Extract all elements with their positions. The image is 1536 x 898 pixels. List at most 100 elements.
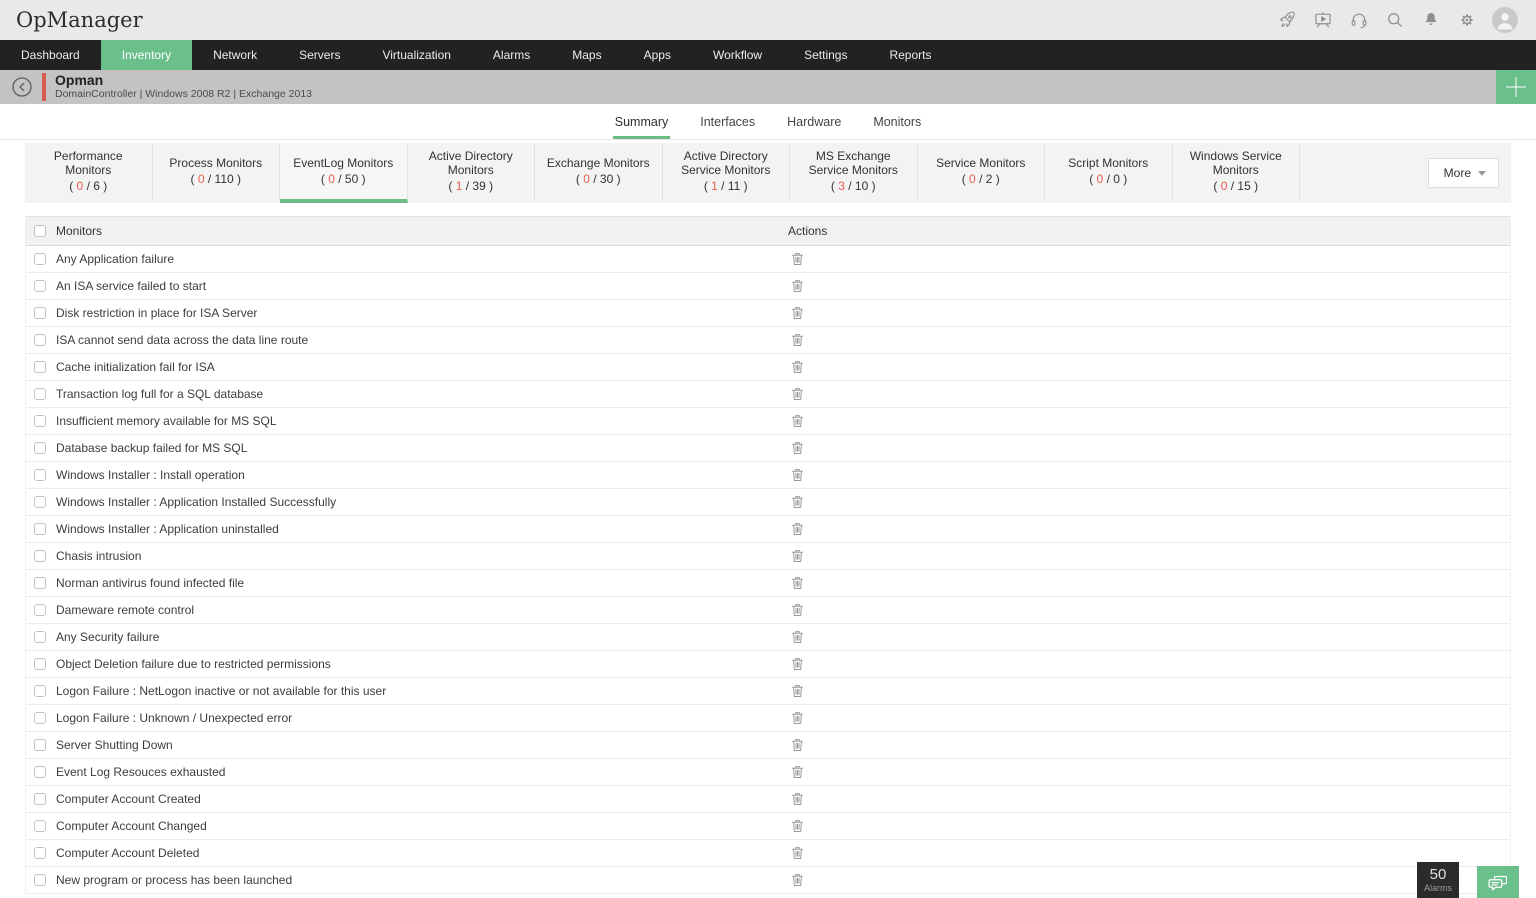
delete-trash-icon[interactable] [791,306,804,320]
delete-trash-icon[interactable] [791,873,804,887]
delete-trash-icon[interactable] [791,441,804,455]
monitor-tab-label: Active Directory Monitors [428,149,513,177]
select-all-checkbox[interactable] [34,225,46,237]
delete-trash-icon[interactable] [791,549,804,563]
search-icon[interactable] [1384,10,1405,31]
delete-trash-icon[interactable] [791,360,804,374]
nav-item[interactable]: Maps [551,40,622,70]
monitor-tab-count: ( 0 / 6 ) [69,179,108,193]
row-checkbox[interactable] [34,874,46,886]
row-checkbox[interactable] [34,469,46,481]
nav-item[interactable]: Network [192,40,278,70]
delete-trash-icon[interactable] [791,765,804,779]
row-checkbox[interactable] [34,793,46,805]
nav-item-label: Alarms [492,48,531,62]
settings-gear-icon[interactable] [1456,10,1477,31]
monitor-name: Dameware remote control [56,603,195,617]
alarms-badge[interactable]: 50 Alarms [1417,862,1459,898]
row-checkbox[interactable] [34,766,46,778]
user-avatar[interactable] [1492,7,1518,33]
back-icon[interactable] [10,75,34,99]
monitor-tab[interactable]: Active Directory Service Monitors ( 1 / … [663,143,790,203]
page-tab[interactable]: Hardware [785,104,843,139]
delete-trash-icon[interactable] [791,684,804,698]
row-checkbox[interactable] [34,253,46,265]
delete-trash-icon[interactable] [791,279,804,293]
monitor-tab[interactable]: Performance Monitors ( 0 / 6 ) [25,143,153,203]
device-status-bar [42,73,46,101]
nav-item[interactable]: Workflow [692,40,783,70]
row-checkbox[interactable] [34,442,46,454]
monitor-tab-count: ( 0 / 2 ) [961,172,1000,186]
delete-trash-icon[interactable] [791,495,804,509]
nav-item[interactable]: Apps [623,40,692,70]
row-checkbox[interactable] [34,820,46,832]
monitor-tab[interactable]: Script Monitors ( 0 / 0 ) [1045,143,1173,203]
row-checkbox[interactable] [34,604,46,616]
nav-item[interactable]: Reports [868,40,952,70]
nav-item[interactable]: Alarms [472,40,551,70]
monitor-tab[interactable]: Service Monitors ( 0 / 2 ) [918,143,1045,203]
monitor-name: Cache initialization fail for ISA [56,360,215,374]
monitor-tab[interactable]: MS Exchange Service Monitors ( 3 / 10 ) [790,143,918,203]
row-checkbox[interactable] [34,496,46,508]
support-headset-icon[interactable] [1348,10,1369,31]
delete-trash-icon[interactable] [791,738,804,752]
nav-item[interactable]: Inventory [100,40,193,70]
add-button[interactable] [1496,70,1536,104]
top-bar: OpManager [0,0,1536,40]
delete-trash-icon[interactable] [791,468,804,482]
delete-trash-icon[interactable] [791,252,804,266]
chat-button[interactable] [1477,866,1519,898]
monitor-tabs: Performance Monitors ( 0 / 6 ) Process M… [25,143,1300,203]
page-tab[interactable]: Summary [612,104,671,139]
row-checkbox[interactable] [34,307,46,319]
page-tab[interactable]: Monitors [871,104,923,139]
row-checkbox[interactable] [34,631,46,643]
delete-trash-icon[interactable] [791,657,804,671]
row-checkbox[interactable] [34,361,46,373]
monitor-tab[interactable]: Windows Service Monitors ( 0 / 15 ) [1173,143,1300,203]
monitor-tab-label: Active Directory Service Monitors [681,149,771,177]
more-button[interactable]: More [1427,158,1499,188]
delete-trash-icon[interactable] [791,387,804,401]
training-video-icon[interactable] [1312,10,1333,31]
monitor-tab[interactable]: Exchange Monitors ( 0 / 30 ) [535,143,663,203]
row-checkbox[interactable] [34,577,46,589]
delete-trash-icon[interactable] [791,414,804,428]
delete-trash-icon[interactable] [791,630,804,644]
row-checkbox[interactable] [34,685,46,697]
row-checkbox[interactable] [34,712,46,724]
row-checkbox[interactable] [34,334,46,346]
delete-trash-icon[interactable] [791,603,804,617]
row-checkbox[interactable] [34,739,46,751]
row-checkbox[interactable] [34,415,46,427]
nav-item[interactable]: Virtualization [361,40,471,70]
row-checkbox[interactable] [34,523,46,535]
delete-trash-icon[interactable] [791,522,804,536]
rocket-icon[interactable] [1276,10,1297,31]
page-tab-label: Hardware [787,114,842,129]
monitor-tab[interactable]: Active Directory Monitors ( 1 / 39 ) [408,143,535,203]
nav-item[interactable]: Settings [783,40,868,70]
page-tab[interactable]: Interfaces [698,104,757,139]
row-checkbox[interactable] [34,658,46,670]
row-checkbox[interactable] [34,388,46,400]
row-checkbox[interactable] [34,550,46,562]
delete-trash-icon[interactable] [791,792,804,806]
monitor-tab[interactable]: Process Monitors ( 0 / 110 ) [153,143,280,203]
table-row: Insufficient memory available for MS SQL [26,408,1510,435]
delete-trash-icon[interactable] [791,846,804,860]
nav-item[interactable]: Dashboard [0,40,101,70]
table-row: Logon Failure : NetLogon inactive or not… [26,678,1510,705]
row-checkbox[interactable] [34,280,46,292]
monitor-name: Logon Failure : NetLogon inactive or not… [56,684,387,698]
delete-trash-icon[interactable] [791,576,804,590]
notifications-bell-icon[interactable] [1420,10,1441,31]
delete-trash-icon[interactable] [791,711,804,725]
delete-trash-icon[interactable] [791,819,804,833]
monitor-tab[interactable]: EventLog Monitors ( 0 / 50 ) [280,143,408,203]
delete-trash-icon[interactable] [791,333,804,347]
row-checkbox[interactable] [34,847,46,859]
nav-item[interactable]: Servers [278,40,361,70]
